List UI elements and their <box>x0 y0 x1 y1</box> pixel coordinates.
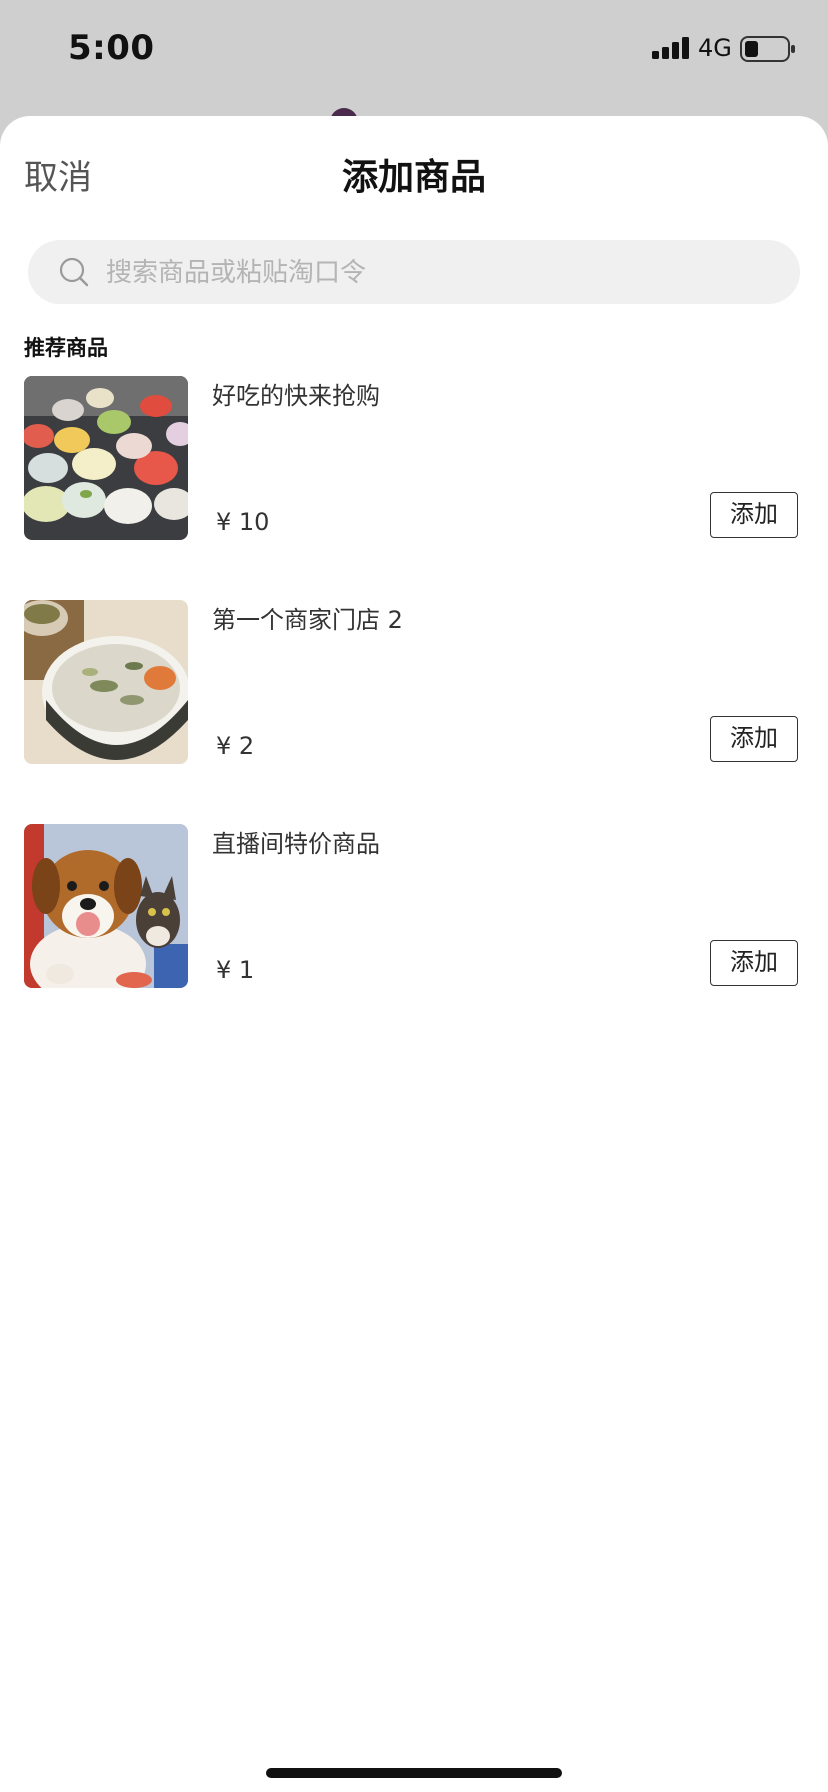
product-item[interactable]: 直播间特价商品 ¥ 1 添加 <box>0 824 828 988</box>
product-price: ¥ 2 <box>216 732 255 760</box>
product-name: 好吃的快来抢购 <box>212 382 380 410</box>
dumplings-photo <box>24 376 188 540</box>
sheet-title: 添加商品 <box>341 157 486 198</box>
add-button[interactable]: 添加 <box>710 716 798 762</box>
screen: 5:00 4G 取消 添加商品 推荐商品 <box>0 0 828 1792</box>
battery-icon <box>740 36 795 62</box>
search-icon <box>59 257 89 287</box>
search-bar[interactable] <box>28 240 800 306</box>
product-item[interactable]: 第一个商家门店 2 ¥ 2 添加 <box>0 600 828 764</box>
product-price: ¥ 1 <box>216 956 255 984</box>
congee-bowl-photo <box>24 600 188 764</box>
product-thumbnail <box>24 376 188 540</box>
status-bar: 5:00 4G <box>0 0 828 100</box>
add-button[interactable]: 添加 <box>710 492 798 538</box>
home-indicator <box>266 1768 562 1778</box>
add-button[interactable]: 添加 <box>710 940 798 986</box>
search-input[interactable] <box>104 240 768 306</box>
puppy-and-kitten-photo <box>24 824 188 988</box>
product-name: 第一个商家门店 2 <box>212 606 403 634</box>
product-thumbnail <box>24 824 188 988</box>
product-item[interactable]: 好吃的快来抢购 ¥ 10 添加 <box>0 376 828 540</box>
product-price: ¥ 10 <box>216 508 270 536</box>
product-thumbnail <box>24 600 188 764</box>
product-name: 直播间特价商品 <box>212 830 380 858</box>
network-label: 4G <box>698 34 732 62</box>
status-time: 5:00 <box>68 28 155 68</box>
add-product-sheet: 取消 添加商品 推荐商品 <box>0 116 828 1792</box>
section-title: 推荐商品 <box>24 336 108 360</box>
signal-icon <box>652 37 689 59</box>
